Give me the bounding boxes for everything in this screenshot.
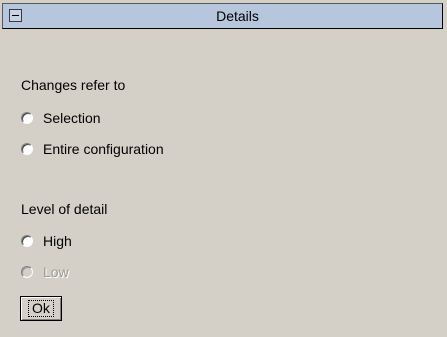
ok-button[interactable]: Ok: [20, 296, 62, 321]
radio-low: Low: [21, 262, 69, 282]
radio-selection[interactable]: Selection: [21, 108, 101, 128]
radio-high[interactable]: High: [21, 231, 72, 251]
titlebar: Details: [2, 3, 443, 29]
radio-entire-configuration[interactable]: Entire configuration: [21, 139, 164, 159]
changes-refer-to-label: Changes refer to: [21, 77, 126, 93]
radio-low-label: Low: [43, 264, 69, 280]
radio-button-icon: [21, 266, 33, 278]
dialog-title: Details: [216, 8, 259, 24]
ok-button-label: Ok: [28, 300, 54, 317]
radio-button-icon[interactable]: [21, 112, 33, 124]
radio-button-icon[interactable]: [21, 235, 33, 247]
radio-high-label: High: [43, 233, 72, 249]
radio-entire-configuration-label: Entire configuration: [43, 141, 164, 157]
radio-button-icon[interactable]: [21, 143, 33, 155]
level-of-detail-label: Level of detail: [21, 201, 108, 217]
radio-selection-label: Selection: [43, 110, 101, 126]
details-dialog: Details Changes refer to Selection Entir…: [0, 0, 447, 337]
